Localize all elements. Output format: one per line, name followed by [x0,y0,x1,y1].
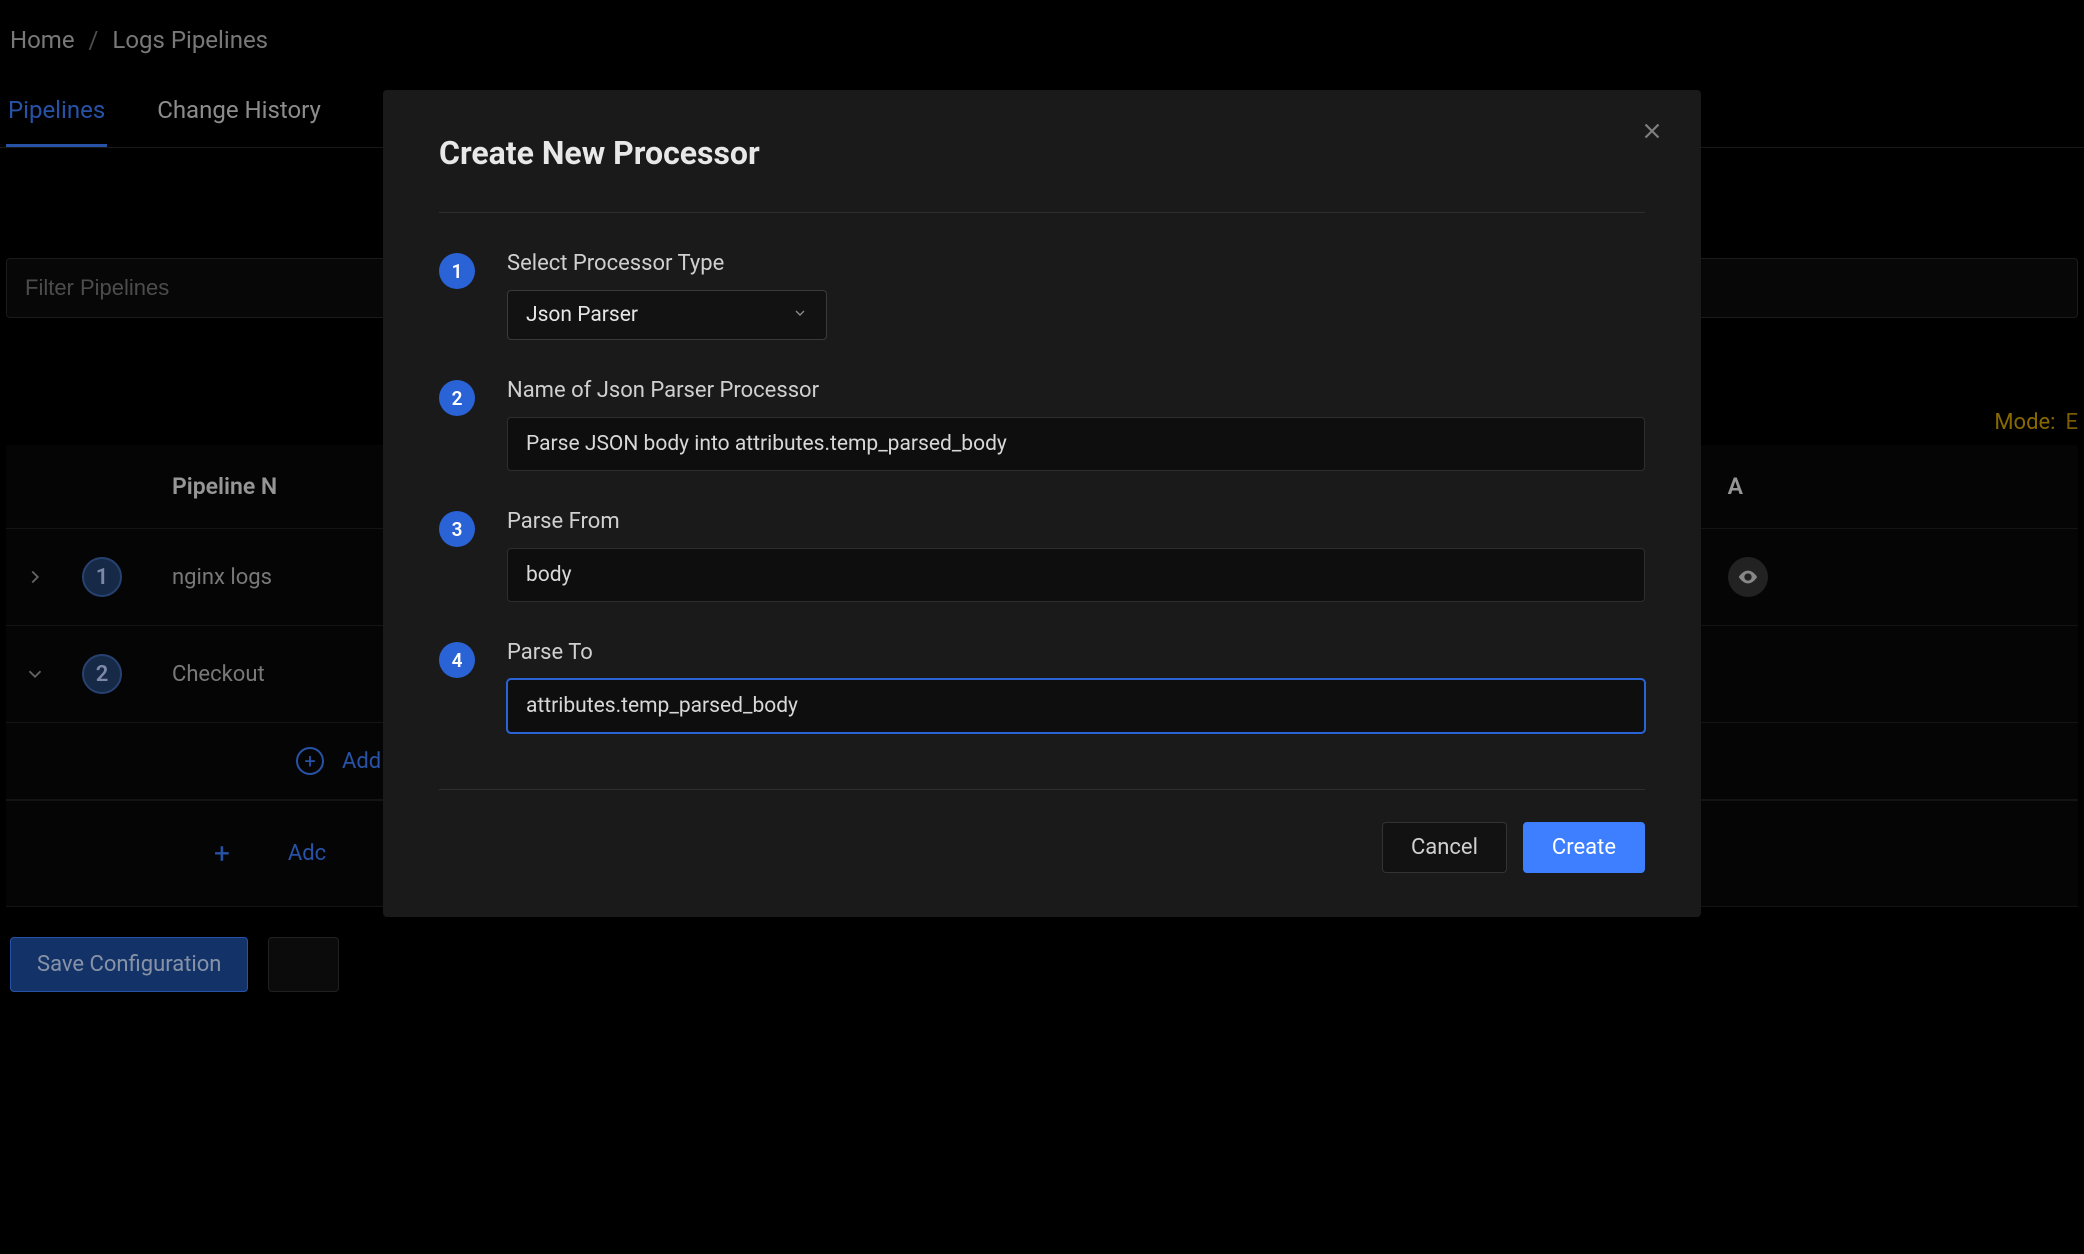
modal-title: Create New Processor [439,134,1645,213]
modal-backdrop: Create New Processor 1 Select Processor … [0,0,2084,1254]
step-label: Parse From [507,509,1645,534]
parse-to-input[interactable] [507,679,1645,733]
step-processor-name: 2 Name of Json Parser Processor [439,378,1645,471]
step-label: Name of Json Parser Processor [507,378,1645,403]
step-label: Select Processor Type [507,251,1645,276]
step-number: 4 [439,642,475,678]
step-number: 3 [439,511,475,547]
step-parse-from: 3 Parse From [439,509,1645,602]
create-button[interactable]: Create [1523,822,1645,873]
processor-type-select[interactable]: Json Parser [507,290,827,340]
chevron-down-icon [792,303,808,327]
parse-from-input[interactable] [507,548,1645,602]
create-processor-modal: Create New Processor 1 Select Processor … [383,90,1701,917]
step-number: 2 [439,380,475,416]
modal-footer: Cancel Create [439,789,1645,873]
step-processor-type: 1 Select Processor Type Json Parser [439,251,1645,340]
select-value: Json Parser [526,303,638,327]
step-parse-to: 4 Parse To [439,640,1645,733]
cancel-button[interactable]: Cancel [1382,822,1507,873]
step-label: Parse To [507,640,1645,665]
processor-name-input[interactable] [507,417,1645,471]
step-number: 1 [439,253,475,289]
close-icon[interactable] [1639,118,1665,150]
